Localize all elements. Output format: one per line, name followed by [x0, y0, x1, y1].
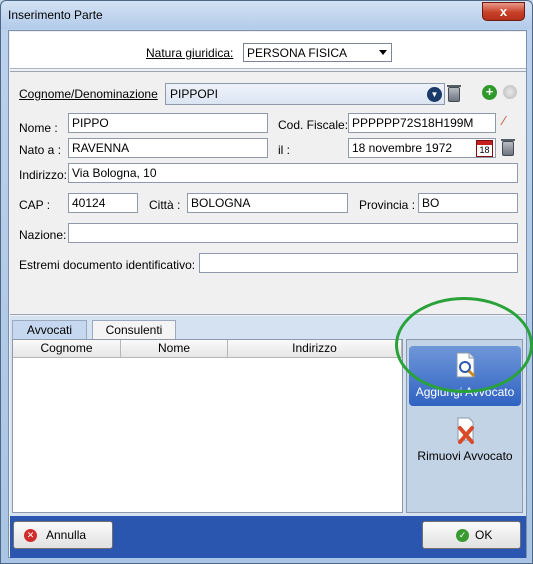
dropdown-arrow-icon[interactable]: ▼ [427, 87, 442, 102]
tab-avvocati[interactable]: Avvocati [12, 320, 87, 339]
nazione-label: Nazione: [19, 228, 67, 242]
natura-panel: Natura giuridica: PERSONA FISICA [10, 32, 526, 69]
column-header-cognome[interactable]: Cognome [13, 340, 121, 358]
column-header-nome[interactable]: Nome [121, 340, 228, 358]
dialog-window: Inserimento Parte x Natura giuridica: PE… [0, 0, 533, 564]
actions-panel: Aggiungi Avvocato Rimuovi Avvocato [406, 339, 523, 513]
tabs-area: Avvocati Consulenti Cognome Nome Indiriz… [10, 316, 526, 516]
remove-avvocato-button[interactable]: Rimuovi Avvocato [409, 416, 521, 471]
natura-select[interactable]: PERSONA FISICA [243, 43, 392, 62]
indirizzo-field[interactable]: Via Bologna, 10 [68, 163, 518, 183]
trash-icon[interactable] [447, 85, 461, 102]
title-bar[interactable]: Inserimento Parte x [1, 1, 532, 29]
citta-label: Città : [149, 198, 181, 212]
natura-selected: PERSONA FISICA [247, 46, 348, 60]
close-icon: x [499, 4, 508, 19]
window-title: Inserimento Parte [8, 8, 103, 22]
citta-field[interactable]: BOLOGNA [187, 193, 348, 213]
column-header-indirizzo[interactable]: Indirizzo [228, 340, 402, 358]
add-document-icon [456, 352, 476, 378]
dialog-body: Natura giuridica: PERSONA FISICA Cognome… [8, 30, 533, 558]
provincia-field[interactable]: BO [418, 193, 518, 213]
remove-avvocato-label: Rimuovi Avvocato [417, 449, 513, 463]
footer-bar: ✕ Annulla ✓ OK [10, 516, 526, 558]
anagrafica-form: Cognome/Denominazione PIPPOPI ▼ + Nome :… [10, 71, 526, 315]
avvocati-grid[interactable]: Cognome Nome Indirizzo [12, 339, 403, 513]
indirizzo-label: Indirizzo: [19, 168, 68, 182]
cf-field[interactable]: PPPPPP72S18H199M [348, 113, 496, 133]
estremi-field[interactable] [199, 253, 518, 273]
nato-label: Nato a : [19, 143, 62, 157]
chevron-down-icon [379, 50, 387, 55]
nome-label: Nome : [19, 121, 58, 135]
natura-label: Natura giuridica: [146, 46, 234, 60]
clear-date-icon[interactable] [501, 139, 515, 156]
data-nascita-field[interactable]: 18 novembre 1972 [348, 138, 496, 158]
cancel-label: Annulla [46, 528, 87, 542]
estremi-label: Estremi documento identificativo: [19, 258, 196, 272]
ok-label: OK [475, 528, 493, 542]
tab-consulenti[interactable]: Consulenti [92, 320, 176, 339]
cognome-combo[interactable]: PIPPOPI ▼ [165, 83, 445, 105]
magic-wand-icon[interactable]: ⁄ [503, 114, 517, 128]
cognome-value: PIPPOPI [170, 87, 219, 101]
remove-document-icon [457, 417, 474, 444]
cancel-icon: ✕ [24, 529, 37, 542]
il-label: il : [278, 143, 290, 157]
nazione-field[interactable] [68, 223, 518, 243]
add-avvocato-button[interactable]: Aggiungi Avvocato [409, 346, 521, 406]
close-button[interactable]: x [482, 2, 525, 21]
nome-field[interactable]: PIPPO [68, 113, 268, 133]
provincia-label: Provincia : [359, 198, 416, 212]
ok-button[interactable]: ✓ OK [422, 521, 521, 549]
cf-label: Cod. Fiscale: [278, 118, 349, 132]
calendar-icon[interactable]: 18 [476, 140, 493, 157]
cancel-button[interactable]: ✕ Annulla [13, 521, 113, 549]
nato-field[interactable]: RAVENNA [68, 138, 268, 158]
status-dot-icon [503, 85, 517, 99]
add-avvocato-label: Aggiungi Avvocato [415, 385, 515, 399]
cognome-label: Cognome/Denominazione [19, 87, 158, 101]
cap-label: CAP : [19, 198, 51, 212]
add-icon[interactable]: + [482, 85, 497, 100]
ok-icon: ✓ [456, 529, 469, 542]
cap-field[interactable]: 40124 [68, 193, 138, 213]
